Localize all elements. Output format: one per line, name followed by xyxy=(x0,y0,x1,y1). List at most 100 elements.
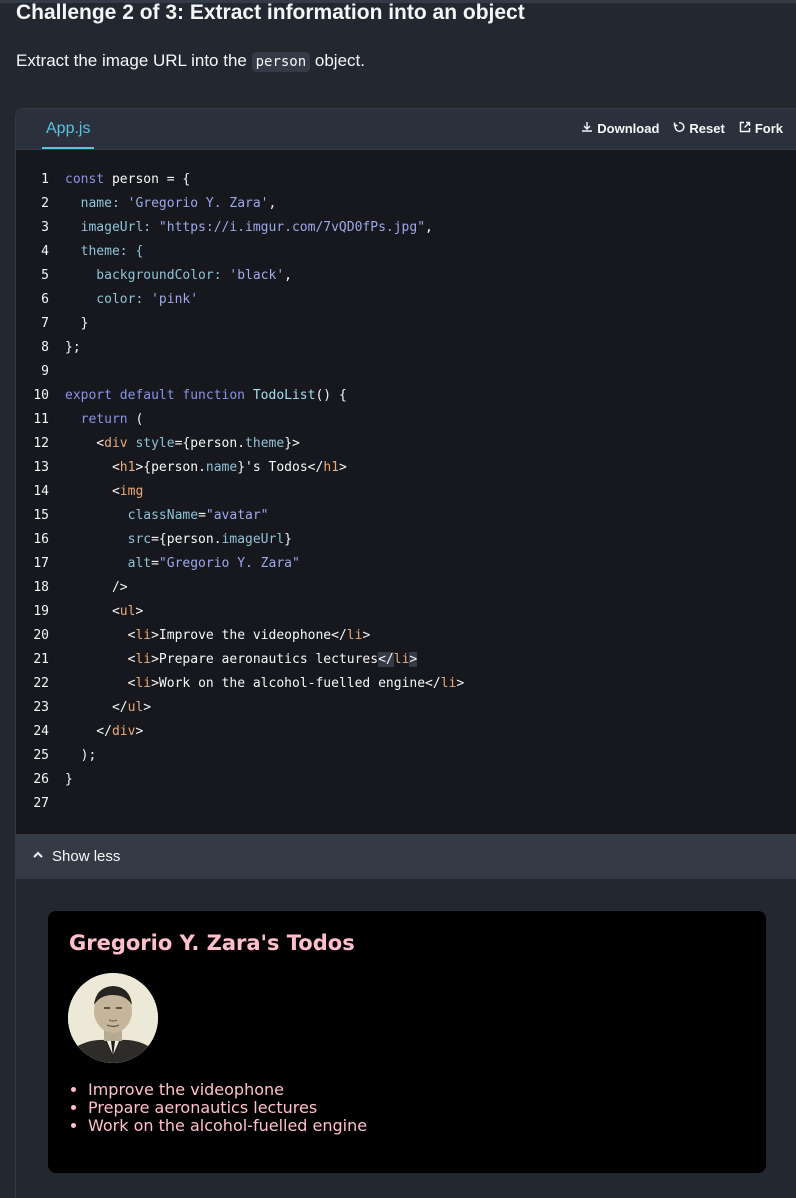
code-token: name xyxy=(205,460,238,475)
desc-text-before: Extract the image URL into the xyxy=(16,51,252,70)
list-item: Work on the alcohol-fuelled engine xyxy=(88,1117,367,1135)
code-token: } xyxy=(284,532,292,547)
code-line: 5 backgroundColor: 'black', xyxy=(16,264,796,288)
line-number: 16 xyxy=(33,532,49,547)
code-line: 20 <li>Improve the videophone</li> xyxy=(16,624,796,648)
code-token: imageUrl xyxy=(221,532,285,547)
code-token: alt xyxy=(65,556,152,571)
code-token: }; xyxy=(65,340,81,355)
line-number: 10 xyxy=(33,388,49,403)
line-number: 8 xyxy=(41,340,49,355)
show-less-button[interactable]: Show less xyxy=(32,848,120,865)
code-token: ); xyxy=(65,748,97,763)
code-token: = xyxy=(198,508,206,523)
line-number: 7 xyxy=(41,316,49,331)
avatar-portrait xyxy=(68,973,158,1063)
code-token: div xyxy=(104,436,128,451)
code-token: > xyxy=(456,676,465,691)
code-token: > xyxy=(362,628,371,643)
challenge-description: Extract the image URL into the person ob… xyxy=(16,48,365,75)
code-token: } xyxy=(65,316,89,331)
code-token: "https://i.imgur.com/7vQD0fPs.jpg" xyxy=(158,220,426,235)
list-item: Improve the videophone xyxy=(88,1081,367,1099)
code-token: > xyxy=(135,604,144,619)
reset-label: Reset xyxy=(689,121,725,136)
line-number: 21 xyxy=(33,652,49,667)
code-token: ={person. xyxy=(174,436,246,451)
code-token: name: xyxy=(65,196,128,211)
line-number: 26 xyxy=(33,772,49,787)
code-token: 'Gregorio Y. Zara' xyxy=(127,196,269,211)
line-number: 3 xyxy=(41,220,49,235)
code-token: 'pink' xyxy=(151,292,199,307)
code-token: ul xyxy=(127,700,144,715)
code-token: >Improve the videophone</ xyxy=(151,628,347,643)
code-token: li xyxy=(346,628,363,643)
line-number: 17 xyxy=(33,556,49,571)
code-line: 4 theme: { xyxy=(16,240,796,264)
code-line: 6 color: 'pink' xyxy=(16,288,796,312)
line-number: 20 xyxy=(33,628,49,643)
reset-button[interactable]: Reset xyxy=(673,121,725,136)
download-label: Download xyxy=(597,121,660,136)
challenge-title: Challenge 2 of 3: Extract information in… xyxy=(16,1,525,24)
download-button[interactable]: Download xyxy=(581,121,659,136)
line-number: 18 xyxy=(33,580,49,595)
code-token: < xyxy=(65,436,105,451)
code-sandbox: App.js Download Reset Fork 1 const person… xyxy=(15,108,796,1198)
preview-frame: Gregorio Y. Zara's Todos Improve the vid… xyxy=(48,911,766,1173)
line-number: 12 xyxy=(33,436,49,451)
line-number: 22 xyxy=(33,676,49,691)
code-line: 13 <h1>{person.name}'s Todos</h1> xyxy=(16,456,796,480)
code-line: 14 <img xyxy=(16,480,796,504)
code-token: 'black' xyxy=(229,268,285,283)
code-token: > xyxy=(409,652,418,667)
preview-title: Gregorio Y. Zara's Todos xyxy=(69,931,355,955)
code-line: 12 <div style={person.theme}> xyxy=(16,432,796,456)
code-token: = xyxy=(151,556,159,571)
line-number: 27 xyxy=(33,796,49,811)
code-token: backgroundColor: xyxy=(65,268,230,283)
line-number: 15 xyxy=(33,508,49,523)
code-line: 11 return ( xyxy=(16,408,796,432)
list-item: Prepare aeronautics lectures xyxy=(88,1099,367,1117)
line-number: 13 xyxy=(33,460,49,475)
code-token: theme xyxy=(245,436,285,451)
code-token: < xyxy=(65,676,136,691)
code-line: 3 imageUrl: "https://i.imgur.com/7vQD0fP… xyxy=(16,216,796,240)
tab-app-js[interactable]: App.js xyxy=(42,109,95,149)
code-token: li xyxy=(440,676,457,691)
code-line: 10 export default function TodoList() { xyxy=(16,384,796,408)
code-token: const xyxy=(65,172,105,187)
code-line: 9 xyxy=(16,360,796,384)
code-token: li xyxy=(135,628,152,643)
code-line: 15 className="avatar" xyxy=(16,504,796,528)
sandbox-tab-bar: App.js Download Reset Fork xyxy=(16,109,796,150)
code-token: style xyxy=(127,436,175,451)
code-token: }'s Todos</ xyxy=(237,460,324,475)
code-token: div xyxy=(111,724,136,739)
code-line: 21 <li>Prepare aeronautics lectures</li> xyxy=(16,648,796,672)
code-token: imageUrl: xyxy=(65,220,159,235)
code-line: 22 <li>Work on the alcohol-fuelled engin… xyxy=(16,672,796,696)
fork-icon xyxy=(739,121,751,136)
reset-icon xyxy=(673,121,685,136)
desc-inline-code: person xyxy=(251,52,311,72)
line-number: 4 xyxy=(41,244,49,259)
code-token: } xyxy=(65,772,73,787)
show-less-label: Show less xyxy=(52,848,121,865)
code-token: > xyxy=(143,700,152,715)
code-token: , xyxy=(284,268,292,283)
code-token: return xyxy=(65,412,128,427)
code-line: 8}; xyxy=(16,336,796,360)
code-editor[interactable]: 1 const person = { 2 name: 'Gregorio Y. Z… xyxy=(16,150,796,834)
code-token: < xyxy=(65,604,120,619)
fork-button[interactable]: Fork xyxy=(739,121,783,136)
download-icon xyxy=(581,121,593,136)
line-number: 14 xyxy=(33,484,49,499)
code-token: img xyxy=(119,484,144,499)
line-number: 25 xyxy=(33,748,49,763)
code-line: 19 <ul> xyxy=(16,600,796,624)
desc-text-after: object. xyxy=(310,51,365,70)
code-token: li xyxy=(135,652,152,667)
